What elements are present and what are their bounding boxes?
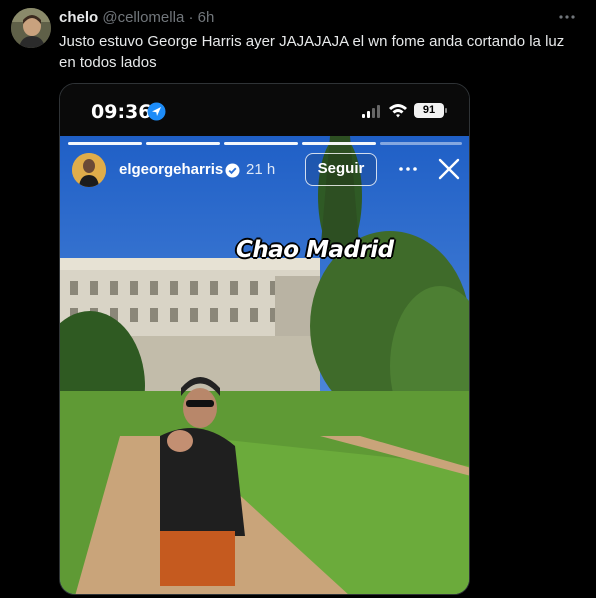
story-username[interactable]: elgeorgeharris [119,161,223,178]
story-time: 21 h [246,161,276,178]
progress-segment [146,142,220,145]
follow-button[interactable]: Seguir [305,153,377,186]
tweet-text: Justo estuvo George Harris ayer JAJAJAJA… [59,33,565,71]
ellipsis-icon[interactable] [397,161,419,177]
location-arrow-icon [147,102,166,121]
story-user-avatar[interactable] [72,153,106,187]
signal-bars-icon [362,105,380,118]
instagram-story[interactable]: elgeorgeharris 21 h Seguir Chao Madrid [60,136,469,594]
battery-tip [445,108,447,113]
progress-segment [302,142,376,145]
ellipsis-icon[interactable] [556,6,578,28]
progress-segment [380,142,462,145]
story-avatar-photo [72,153,106,187]
tweet-timestamp[interactable]: 6h [198,9,215,26]
progress-segment [224,142,298,145]
close-icon[interactable] [437,157,461,181]
separator-dot: · [188,9,194,26]
author-name[interactable]: chelo [59,9,98,26]
battery-icon: 91 [414,103,444,118]
author-avatar[interactable] [11,8,51,48]
verified-badge-icon [225,163,240,178]
status-clock: 09:36 [91,101,152,123]
author-handle[interactable]: @cellomella [102,9,184,26]
progress-segment [68,142,142,145]
tweet[interactable]: chelo @cellomella · 6h Justo estuvo Geor… [0,0,596,598]
phone-status-bar: 09:36 91 [60,84,469,136]
wifi-icon [389,104,407,118]
tweet-header: chelo @cellomella · 6h [59,9,214,26]
story-caption: Chao Madrid [236,237,394,263]
avatar-photo [11,8,51,48]
tweet-media-screenshot[interactable]: 09:36 91 elgeorgeharris 21 h Seguir Chao… [59,83,470,595]
story-photo [60,136,469,594]
